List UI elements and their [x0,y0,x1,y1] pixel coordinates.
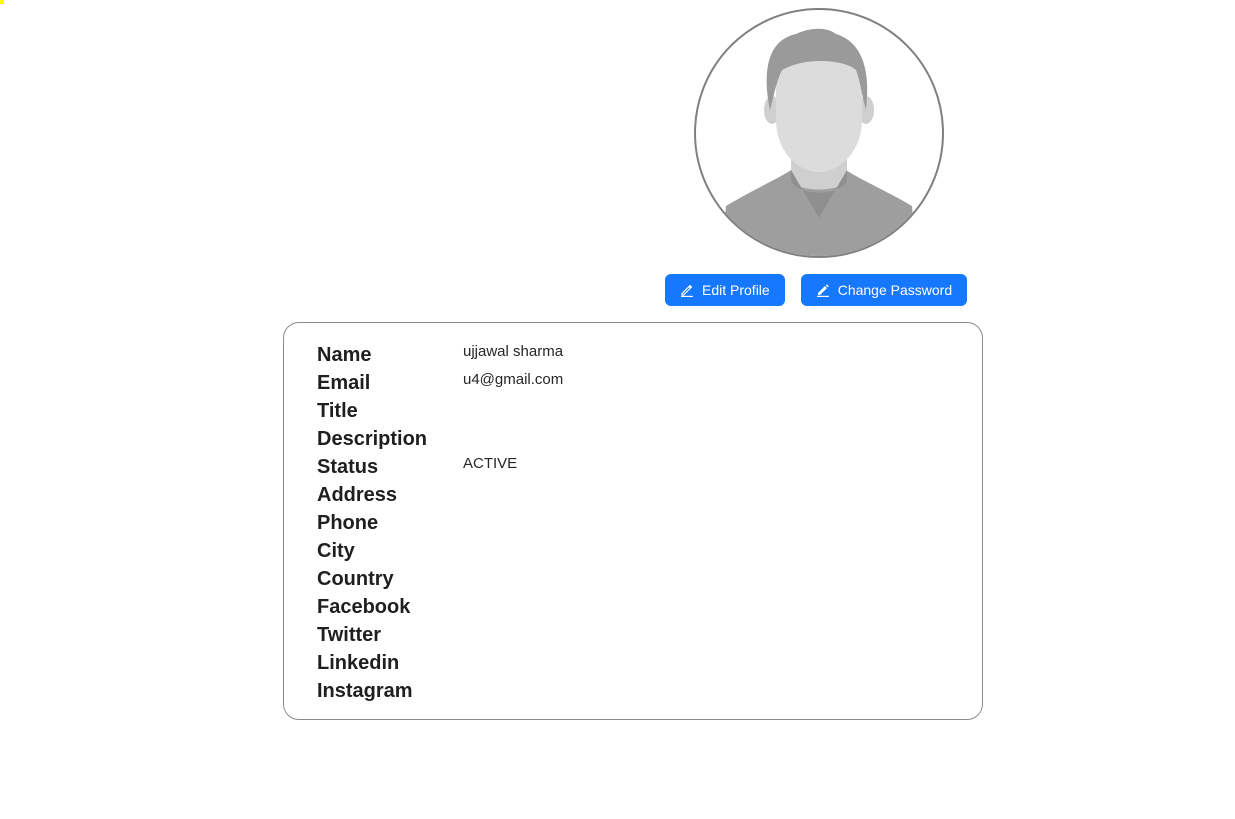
default-user-avatar-icon [722,28,916,256]
profile-details-card: Name ujjawal sharma Email u4@gmail.com T… [283,322,983,720]
profile-page: Edit Profile Change Password Name ujjawa… [0,0,1235,819]
corner-marker [0,0,4,4]
change-password-label: Change Password [837,282,953,298]
field-row-title: Title [317,397,982,425]
field-label: Facebook [317,596,411,618]
status-value: ACTIVE [463,455,518,472]
field-value: ujjawal sharma [463,343,564,360]
field-label: Status [317,456,379,478]
field-label: Phone [317,512,379,534]
field-row-name: Name ujjawal sharma [317,341,982,369]
change-password-button[interactable]: Change Password [800,274,968,306]
field-label: Address [317,484,398,506]
field-label: Name [317,344,372,366]
edit-icon [680,283,694,297]
field-label: Title [317,400,358,422]
field-label: Description [317,428,428,450]
field-row-description: Description [317,425,982,453]
field-row-status: Status ACTIVE [317,453,982,481]
field-row-city: City [317,537,982,565]
field-row-facebook: Facebook [317,593,982,621]
field-row-country: Country [317,565,982,593]
field-label: Email [317,372,371,394]
edit-profile-label: Edit Profile [702,282,770,298]
edit-profile-button[interactable]: Edit Profile [665,274,785,306]
field-row-phone: Phone [317,509,982,537]
edit-filled-icon [816,283,830,297]
field-label: Linkedin [317,652,400,674]
field-row-twitter: Twitter [317,621,982,649]
field-value: u4@gmail.com [463,371,564,388]
field-row-email: Email u4@gmail.com [317,369,982,397]
field-row-address: Address [317,481,982,509]
field-label: Instagram [317,680,413,702]
field-label: Country [317,568,394,590]
field-label: City [317,540,355,562]
field-label: Twitter [317,624,382,646]
field-row-linkedin: Linkedin [317,649,982,677]
avatar [694,8,944,258]
profile-actions: Edit Profile Change Password [665,274,968,306]
field-row-instagram: Instagram [317,677,982,705]
